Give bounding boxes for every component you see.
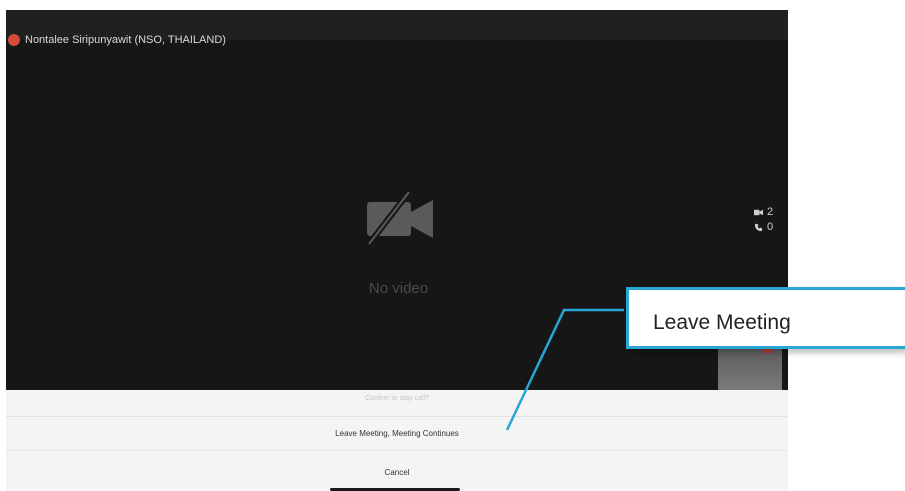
stats-panel: 2 0 (754, 205, 773, 235)
divider (6, 416, 788, 417)
callout-box: Leave Meeting (626, 287, 905, 349)
phone-icon (754, 223, 763, 232)
screenshot-stage: Nontalee Siripunyawit (NSO, THAILAND) No… (0, 0, 905, 491)
participant-label: Nontalee Siripunyawit (NSO, THAILAND) (8, 34, 226, 46)
leave-meeting-button[interactable]: Leave Meeting, Meeting Continues (6, 429, 788, 438)
call-count-row: 0 (754, 220, 773, 235)
self-view-thumbnail[interactable] (718, 345, 782, 390)
status-dot-icon (8, 34, 20, 46)
divider (6, 450, 788, 451)
callout-label: Leave Meeting (653, 311, 791, 334)
video-count: 2 (767, 206, 774, 218)
cancel-button[interactable]: Cancel (6, 468, 788, 477)
video-count-row: 2 (754, 205, 773, 220)
call-count: 0 (767, 221, 774, 233)
sheet-title: Confirm or stay call? (365, 395, 429, 402)
leave-action-sheet: Confirm or stay call? Leave Meeting, Mee… (6, 390, 788, 491)
video-off-icon (366, 190, 433, 246)
video-icon (754, 209, 763, 216)
no-video-label: No video (368, 280, 429, 297)
participant-name: Nontalee Siripunyawit (NSO, THAILAND) (25, 34, 226, 46)
